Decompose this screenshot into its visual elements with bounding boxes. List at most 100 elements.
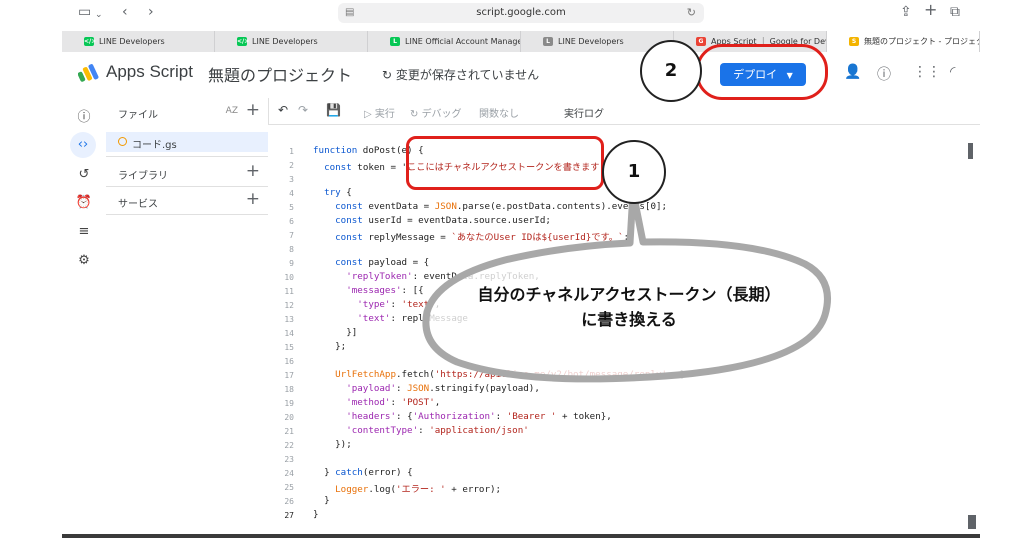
- browser-tab[interactable]: S 無題のプロジェクト - プロジェク...: [827, 31, 980, 52]
- execution-log-button[interactable]: 実行ログ: [564, 105, 604, 120]
- deploy-highlight-box: [696, 44, 828, 100]
- code-line: const payload = {: [335, 257, 430, 268]
- line-number: 11: [284, 287, 294, 296]
- tab-label: LINE Developers: [99, 37, 165, 46]
- line-number: 20: [284, 413, 294, 422]
- bottom-border: [62, 534, 980, 538]
- line-number: 12: [284, 301, 294, 310]
- code-icon[interactable]: ‹›: [70, 132, 96, 158]
- trigger-icon[interactable]: ⏰: [74, 193, 94, 213]
- chevron-down-icon[interactable]: ⌄: [95, 7, 103, 23]
- page-icon: ▤: [345, 7, 355, 18]
- code-line: }: [313, 509, 319, 520]
- tab-overview-icon[interactable]: ⧉: [950, 4, 960, 20]
- library-label: ライブラリ: [118, 171, 168, 182]
- line-number: 1: [289, 147, 294, 156]
- code-line: try {: [324, 187, 352, 198]
- editor-toolbar: ↶ ↷ 💾 ▷ 実行 ↻ デバッグ 関数なし 実行ログ: [268, 98, 980, 125]
- scroll-handle[interactable]: [968, 515, 976, 529]
- url-text: script.google.com: [476, 7, 566, 18]
- executions-icon[interactable]: ≡: [74, 222, 94, 242]
- add-library-icon[interactable]: +: [246, 161, 260, 181]
- code-line: Logger.log('エラー: ' + error);: [335, 484, 502, 495]
- address-bar[interactable]: ▤ script.google.com ↻: [338, 3, 704, 23]
- debug-icon: ↻: [410, 109, 422, 120]
- divider: [106, 186, 268, 187]
- line-number: 17: [284, 371, 294, 380]
- file-item-code-gs[interactable]: コード.gs: [106, 132, 268, 152]
- redo-icon[interactable]: ↷: [298, 103, 308, 117]
- line-number: 26: [284, 497, 294, 506]
- apps-script-logo-icon: [78, 64, 99, 82]
- browser-toolbar: ▭ ⌄ ‹ › ▤ script.google.com ↻ ⇪ + ⧉: [62, 0, 980, 28]
- line-number: 21: [284, 427, 294, 436]
- forward-icon[interactable]: ›: [148, 4, 154, 20]
- line-number: 25: [284, 483, 294, 492]
- save-status-text: 変更が保存されていません: [395, 68, 540, 82]
- run-button[interactable]: ▷ 実行: [364, 105, 395, 120]
- code-line: } catch(error) {: [313, 467, 413, 478]
- code-line: 'headers': {'Authorization': 'Bearer ' +…: [346, 411, 612, 422]
- line-number: 4: [289, 189, 294, 198]
- tab-label: LINE Official Account Manager: [405, 37, 521, 46]
- settings-icon[interactable]: ⚙: [74, 251, 94, 271]
- line-number: 6: [289, 217, 294, 226]
- line-number: 2: [289, 161, 294, 170]
- line-number: 14: [284, 329, 294, 338]
- step-2-marker: 2: [640, 40, 702, 102]
- new-tab-icon[interactable]: +: [924, 2, 937, 18]
- browser-tab[interactable]: </> LINE Developers: [62, 31, 215, 52]
- save-status: ↻ 変更が保存されていません: [382, 66, 539, 83]
- step-1-marker: 1: [602, 140, 666, 204]
- line-number: 8: [289, 245, 294, 254]
- account-avatar[interactable]: ◜: [950, 64, 955, 80]
- tab-favicon-icon: </>: [237, 37, 250, 46]
- code-line: 'messages': [{: [346, 285, 424, 296]
- save-icon[interactable]: 💾: [326, 103, 341, 117]
- code-line: 'contentType': 'application/json': [346, 425, 529, 436]
- sort-az-icon[interactable]: AZ: [226, 106, 238, 116]
- bubble-line-1: 自分のチャネルアクセストークン（長期）: [477, 285, 781, 304]
- debug-button[interactable]: ↻ デバッグ: [410, 105, 462, 120]
- sidebar-toggle-icon[interactable]: ▭: [78, 4, 91, 20]
- reload-icon[interactable]: ↻: [687, 3, 696, 23]
- tab-favicon-icon: </>: [84, 37, 97, 46]
- help-icon[interactable]: ⓘ: [877, 64, 891, 84]
- tab-label: 無題のプロジェクト - プロジェク...: [864, 37, 980, 46]
- browser-tabs: </> LINE Developers </> LINE Developers L LIN…: [62, 31, 980, 52]
- code-line: }: [313, 495, 330, 506]
- line-number: 13: [284, 315, 294, 324]
- add-person-icon[interactable]: 👤: [844, 64, 861, 80]
- code-line: };: [313, 341, 347, 352]
- history-icon[interactable]: ↺: [74, 165, 94, 185]
- share-icon[interactable]: ⇪: [900, 4, 912, 20]
- code-line: }]: [313, 327, 358, 338]
- line-number: 22: [284, 441, 294, 450]
- services-label: サービス: [118, 199, 158, 210]
- browser-tab[interactable]: L LINE Official Account Manager: [368, 31, 521, 52]
- apps-grid-icon[interactable]: ⋮⋮: [913, 64, 941, 80]
- brand-name: Apps Script: [106, 62, 193, 81]
- services-section: サービス +: [106, 189, 268, 213]
- tab-favicon-icon: S: [849, 37, 859, 46]
- line-number: 24: [284, 469, 294, 478]
- minimap-marker[interactable]: [968, 143, 973, 159]
- line-number: 16: [284, 357, 294, 366]
- tab-label: LINE Developers: [252, 37, 318, 46]
- left-nav-rail: ⓘ ‹› ↺ ⏰ ≡ ⚙: [62, 98, 107, 538]
- info-icon[interactable]: ⓘ: [74, 108, 94, 128]
- bubble-line-2: に書き換える: [581, 310, 677, 329]
- back-icon[interactable]: ‹: [122, 4, 128, 20]
- project-title[interactable]: 無題のプロジェクト: [208, 62, 352, 86]
- file-name: コード.gs: [132, 140, 177, 151]
- line-number: 5: [289, 203, 294, 212]
- tab-favicon-icon: L: [390, 37, 400, 46]
- line-number: 15: [284, 343, 294, 352]
- undo-icon[interactable]: ↶: [278, 103, 288, 117]
- add-file-icon[interactable]: +: [246, 100, 260, 120]
- browser-tab[interactable]: </> LINE Developers: [215, 31, 368, 52]
- divider: [106, 156, 268, 157]
- files-section-header: ファイル AZ +: [106, 100, 268, 124]
- function-select[interactable]: 関数なし: [479, 105, 519, 120]
- add-service-icon[interactable]: +: [246, 189, 260, 209]
